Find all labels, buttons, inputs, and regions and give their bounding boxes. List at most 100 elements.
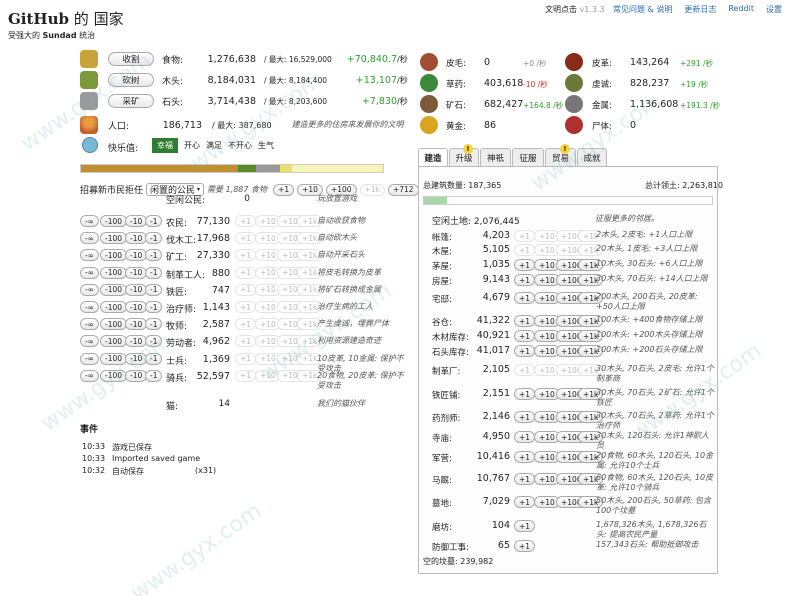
resource-row: 砍树 木头: 8,184,031/ 最大: 8,184,400 +13,107/秒 (108, 71, 408, 89)
job-count: 17,968 (196, 233, 230, 245)
special-resource-rate: +0 /秒 (523, 59, 547, 68)
tab-0[interactable]: 建造 (418, 148, 448, 167)
job-remove-button[interactable]: -1 (145, 266, 163, 279)
job-add-button[interactable]: +1 (235, 215, 257, 227)
special-resource-value: 86 (484, 120, 497, 131)
building-description: 157,343石头: 帮助抵御攻击 (596, 540, 699, 549)
ruler-suffix: 统治 (79, 31, 96, 40)
job-remove-button[interactable]: -1 (145, 369, 163, 382)
resource-rate-unit: /秒 (397, 96, 408, 106)
build-button[interactable]: +1 (514, 496, 536, 508)
job-remove-button[interactable]: -∞ (80, 318, 99, 331)
job-remove-button[interactable]: -∞ (80, 335, 99, 348)
special-resource-value: 828,237 (630, 78, 670, 89)
build-button[interactable]: +1 (514, 330, 536, 342)
ruler-name: Sundad (42, 31, 77, 40)
job-remove-button[interactable]: -100 (100, 283, 128, 296)
build-button[interactable]: +1 (514, 364, 536, 376)
job-add-button[interactable]: +1 (235, 266, 257, 279)
job-add-button[interactable]: +1 (235, 318, 257, 331)
job-remove-button[interactable]: -10 (125, 232, 148, 245)
idle-citizens-note: 玩放置游戏 (317, 194, 357, 203)
job-add-button[interactable]: +1 (235, 352, 257, 365)
job-remove-button[interactable]: -100 (100, 249, 128, 262)
building-name: 墓地: (432, 499, 452, 509)
recruit-1k-button[interactable]: +1k (359, 183, 385, 196)
happiness-icon (82, 137, 98, 153)
job-remove-button[interactable]: -10 (125, 249, 148, 262)
job-remove-button[interactable]: -∞ (80, 283, 99, 296)
job-row: -∞ -100 -10 -1 农民: 77,130 +1 +10 +100 +1k 自动收获食物 (80, 214, 400, 230)
job-remove-button[interactable]: -10 (125, 301, 148, 313)
building-count: 41,017 (476, 345, 510, 356)
job-row: -∞ -100 -10 -1 矿工: 27,330 +1 +10 +100 +1k 自动开采石头 (80, 248, 400, 264)
job-remove-button[interactable]: -100 (100, 232, 128, 245)
settings-link[interactable]: 设置 (766, 4, 782, 15)
special-resource-name: 皮毛: (446, 59, 466, 69)
job-remove-button[interactable]: -1 (145, 283, 163, 296)
build-button[interactable]: +1 (514, 473, 536, 485)
changelog-link[interactable]: 更新日志 (684, 4, 716, 15)
job-row: -∞ -100 -10 -1 制革工人: 880 +1 +10 +100 +1k 将皮毛转换为皮革 (80, 266, 400, 282)
job-remove-button[interactable]: -1 (145, 232, 163, 245)
job-remove-button[interactable]: -100 (100, 215, 128, 227)
job-remove-button[interactable]: -∞ (80, 232, 99, 245)
building-name: 谷仓: (432, 318, 452, 328)
job-remove-button[interactable]: -∞ (80, 215, 99, 227)
job-remove-button[interactable]: -10 (125, 266, 148, 279)
job-remove-button[interactable]: -100 (100, 335, 128, 348)
build-button[interactable]: +1 (514, 315, 536, 327)
job-remove-button[interactable]: -∞ (80, 249, 99, 262)
build-button[interactable]: +1 (514, 345, 536, 357)
build-button[interactable]: +1 (514, 244, 536, 256)
bar-segment-cavalry (292, 165, 383, 172)
build-button[interactable]: +1 (514, 411, 536, 423)
job-add-button[interactable]: +1 (235, 301, 257, 313)
build-button[interactable]: +1 (514, 292, 536, 304)
recruit-max-button[interactable]: +712 (387, 183, 419, 196)
job-add-button[interactable]: +1 (235, 335, 257, 348)
job-add-button[interactable]: +1 (235, 283, 257, 296)
resource-amount: 1,276,638 (207, 53, 256, 65)
special-resource-rate: +164.8 /秒 (523, 101, 564, 110)
build-button[interactable]: +1 (514, 230, 536, 242)
building-count: 10,416 (476, 451, 510, 462)
job-add-button[interactable]: +1 (235, 232, 257, 245)
recruit-cost: 需要 1,887 食物 (207, 184, 268, 194)
job-remove-button[interactable]: -1 (145, 249, 163, 262)
population-bar (80, 164, 384, 173)
build-button[interactable]: +1 (514, 540, 536, 552)
build-button[interactable]: +1 (514, 520, 536, 532)
recruit-1-button[interactable]: +1 (273, 183, 295, 196)
resource-max: / 最大: 16,529,000 (264, 54, 332, 64)
job-remove-button[interactable]: -10 (125, 318, 148, 331)
reddit-link[interactable]: Reddit (728, 4, 754, 15)
job-remove-button[interactable]: -∞ (80, 301, 99, 313)
special-resource-name: 草药: (446, 80, 466, 90)
job-remove-button[interactable]: -10 (125, 215, 148, 227)
special-resource-rate: +191.3 /秒 (680, 101, 721, 110)
job-remove-button[interactable]: -∞ (80, 352, 99, 365)
job-remove-button[interactable]: -100 (100, 301, 128, 313)
tab-2[interactable]: 神祇 (480, 148, 511, 166)
building-count: 10,767 (476, 473, 510, 484)
build-button[interactable]: +1 (514, 431, 536, 443)
job-remove-button[interactable]: -10 (125, 283, 148, 296)
build-button[interactable]: +1 (514, 259, 536, 271)
job-remove-button[interactable]: -1 (145, 301, 163, 313)
job-remove-button[interactable]: -∞ (80, 266, 99, 279)
tab-3[interactable]: 征服 (512, 148, 544, 166)
job-add-button[interactable]: +1 (235, 249, 257, 262)
watermark: www.gyx.com (126, 498, 267, 596)
job-add-button[interactable]: +1 (235, 369, 257, 382)
free-land-label: 空闲土地: (432, 217, 472, 227)
building-name: 寺庙: (432, 434, 452, 444)
job-remove-button[interactable]: -100 (100, 266, 128, 279)
job-remove-button[interactable]: -1 (145, 215, 163, 227)
build-button[interactable]: +1 (514, 388, 536, 400)
job-remove-button[interactable]: -100 (100, 318, 128, 331)
faq-link[interactable]: 常见问题 & 说明 (613, 4, 672, 15)
build-button[interactable]: +1 (514, 451, 536, 463)
civ-title-suffix: 的 国家 (73, 10, 124, 28)
build-button[interactable]: +1 (514, 274, 536, 286)
